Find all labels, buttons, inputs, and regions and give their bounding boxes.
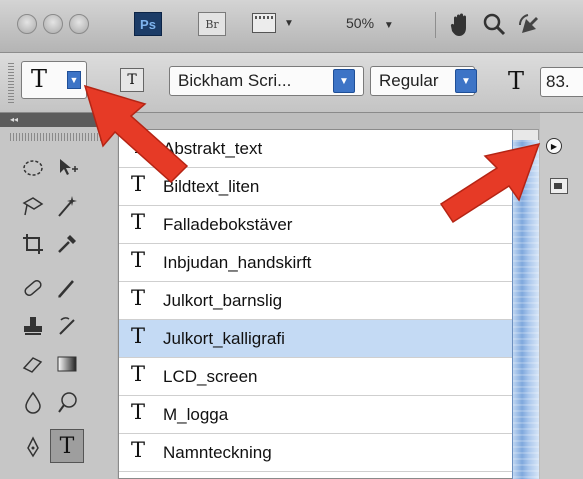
application-bar: Ps Br ▼ 50% ▼ (0, 0, 583, 53)
type-preset-icon: T (131, 324, 146, 348)
font-size-icon: T (508, 67, 525, 95)
chevron-down-icon: ▼ (284, 18, 294, 29)
hand-icon (450, 13, 466, 36)
type-preset-icon: T (131, 286, 146, 310)
magic-wand-tool[interactable] (50, 189, 84, 223)
font-family-dropdown-button[interactable]: ▼ (333, 69, 355, 93)
type-tool-icon: T (59, 433, 75, 459)
crop-icon (23, 234, 43, 254)
list-item[interactable]: T M_logga (119, 396, 520, 434)
eyedropper-icon (58, 235, 76, 253)
photoshop-icon: Ps (134, 12, 162, 36)
list-item[interactable]: T Julkort_barnslig (119, 282, 520, 320)
elliptical-marquee-tool[interactable] (16, 151, 50, 185)
type-tool-icon: T (31, 65, 48, 93)
close-window-button[interactable] (17, 14, 37, 34)
zoom-level-select[interactable]: 50% ▼ (346, 15, 394, 31)
lasso-tool[interactable] (16, 189, 50, 223)
gradient-icon (57, 356, 77, 372)
magnifier-icon (483, 13, 506, 36)
blur-tool[interactable] (16, 385, 50, 419)
screen-mode-button[interactable]: ▼ (252, 12, 298, 36)
list-item[interactable]: T LCD_screen (119, 358, 520, 396)
annotation-arrow-icon (83, 84, 189, 184)
hand-tool-button[interactable] (449, 12, 473, 44)
font-style-dropdown-button[interactable]: ▼ (455, 69, 477, 93)
type-preset-icon: T (131, 400, 146, 424)
options-bar-grip[interactable] (8, 63, 14, 103)
gradient-tool[interactable] (50, 347, 84, 381)
type-preset-icon: T (131, 362, 146, 386)
history-brush-tool[interactable] (50, 309, 84, 343)
list-item-label: Julkort_kalligrafi (163, 329, 285, 348)
type-preset-icon: T (131, 438, 146, 462)
bandage-icon (24, 280, 42, 296)
launch-bridge-button[interactable]: Br (198, 12, 226, 36)
divider (435, 12, 436, 38)
eyedropper-tool[interactable] (50, 227, 84, 261)
list-item-label: Namnteckning (163, 443, 272, 462)
tool-presets-panel-edge (540, 113, 583, 479)
brush-tool[interactable] (50, 271, 84, 305)
font-size-field[interactable]: 83. (540, 67, 583, 97)
drop-icon (25, 391, 41, 414)
minimize-window-button[interactable] (43, 14, 63, 34)
dodge-icon (58, 392, 77, 413)
list-item-selected[interactable]: T Julkort_kalligrafi (119, 320, 520, 358)
create-new-preset-icon[interactable] (550, 178, 568, 194)
crop-tool[interactable] (16, 227, 50, 261)
type-tool[interactable]: T (50, 429, 84, 463)
list-item[interactable]: T Inbjudan_handskirft (119, 244, 520, 282)
type-preset-icon: T (131, 248, 146, 272)
eraser-icon (22, 357, 43, 373)
history-brush-icon (59, 317, 75, 335)
chevron-down-icon: ▼ (383, 20, 394, 31)
stamp-icon (24, 317, 42, 335)
screen-mode-icon (252, 13, 276, 33)
list-item-label: LCD_screen (163, 367, 258, 386)
eraser-tool[interactable] (16, 347, 50, 381)
pen-tool[interactable] (16, 431, 50, 465)
zoom-tool-button[interactable] (482, 12, 506, 36)
rotate-view-button[interactable] (516, 11, 544, 39)
zoom-window-button[interactable] (69, 14, 89, 34)
clone-stamp-tool[interactable] (16, 309, 50, 343)
brush-icon (58, 280, 74, 298)
lasso-icon (22, 197, 44, 216)
list-item[interactable]: T Namnteckning (119, 434, 520, 472)
rotate-view-icon (518, 14, 538, 33)
healing-brush-tool[interactable] (16, 271, 50, 305)
flyout-menu-icon: ▶ (550, 141, 558, 151)
list-item-label: Julkort_barnslig (163, 291, 283, 310)
type-preset-icon: T (131, 210, 146, 234)
presets-menu-button[interactable]: ▶ (546, 138, 562, 154)
list-item-label: M_logga (163, 405, 229, 424)
annotation-arrow-icon (439, 142, 541, 224)
dodge-tool[interactable] (50, 385, 84, 419)
pen-icon (27, 436, 39, 458)
list-item-label: Falladebokstäver (163, 215, 293, 234)
list-item-label: Inbjudan_handskirft (163, 253, 312, 272)
zoom-level-value: 50% (346, 15, 375, 31)
collapse-icon: ◂◂ (10, 115, 19, 124)
ellipse-marquee-icon (23, 160, 43, 176)
magic-wand-icon (58, 196, 77, 217)
